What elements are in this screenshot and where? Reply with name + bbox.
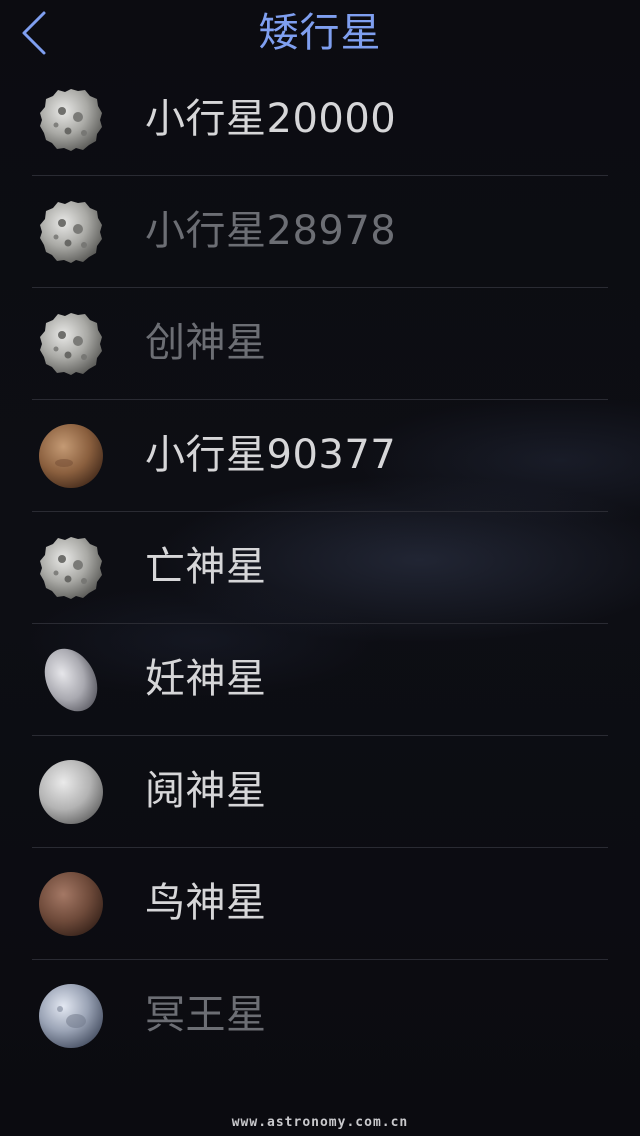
watermark-text: www.astronomy.com.cn [231, 1115, 409, 1130]
item-label: 小行星90377 [145, 432, 397, 478]
dwarf-planet-list: 小行星20000 小行星28978 创神星 小行星90377 亡神星 妊神星 阋… [0, 64, 640, 1071]
pluto-icon [39, 984, 103, 1048]
item-label: 小行星20000 [145, 96, 397, 142]
list-item[interactable]: 妊神星 [32, 624, 608, 736]
asteroid-icon [40, 201, 102, 263]
grey-planet-icon [39, 760, 103, 824]
brown-planet-icon [39, 872, 103, 936]
item-label: 创神星 [145, 320, 267, 366]
list-item[interactable]: 阋神星 [32, 736, 608, 848]
asteroid-icon [40, 313, 102, 375]
asteroid-icon [40, 537, 102, 599]
ellipsoid-planet-icon [44, 648, 98, 712]
list-item[interactable]: 小行星90377 [32, 400, 608, 512]
asteroid-icon [40, 89, 102, 151]
item-label: 鸟神星 [145, 880, 267, 926]
list-item[interactable]: 冥王星 [32, 960, 608, 1071]
item-label: 冥王星 [145, 992, 267, 1038]
list-item[interactable]: 创神星 [32, 288, 608, 400]
item-label: 妊神星 [145, 656, 267, 702]
list-item[interactable]: 鸟神星 [32, 848, 608, 960]
nav-bar: 矮行星 [0, 0, 640, 68]
page-title: 矮行星 [258, 10, 382, 56]
brown-planet-icon [39, 424, 103, 488]
item-label: 亡神星 [145, 544, 267, 590]
item-label: 阋神星 [145, 768, 267, 814]
list-item[interactable]: 小行星28978 [32, 176, 608, 288]
list-item[interactable]: 小行星20000 [32, 64, 608, 176]
item-label: 小行星28978 [145, 208, 397, 254]
list-item[interactable]: 亡神星 [32, 512, 608, 624]
